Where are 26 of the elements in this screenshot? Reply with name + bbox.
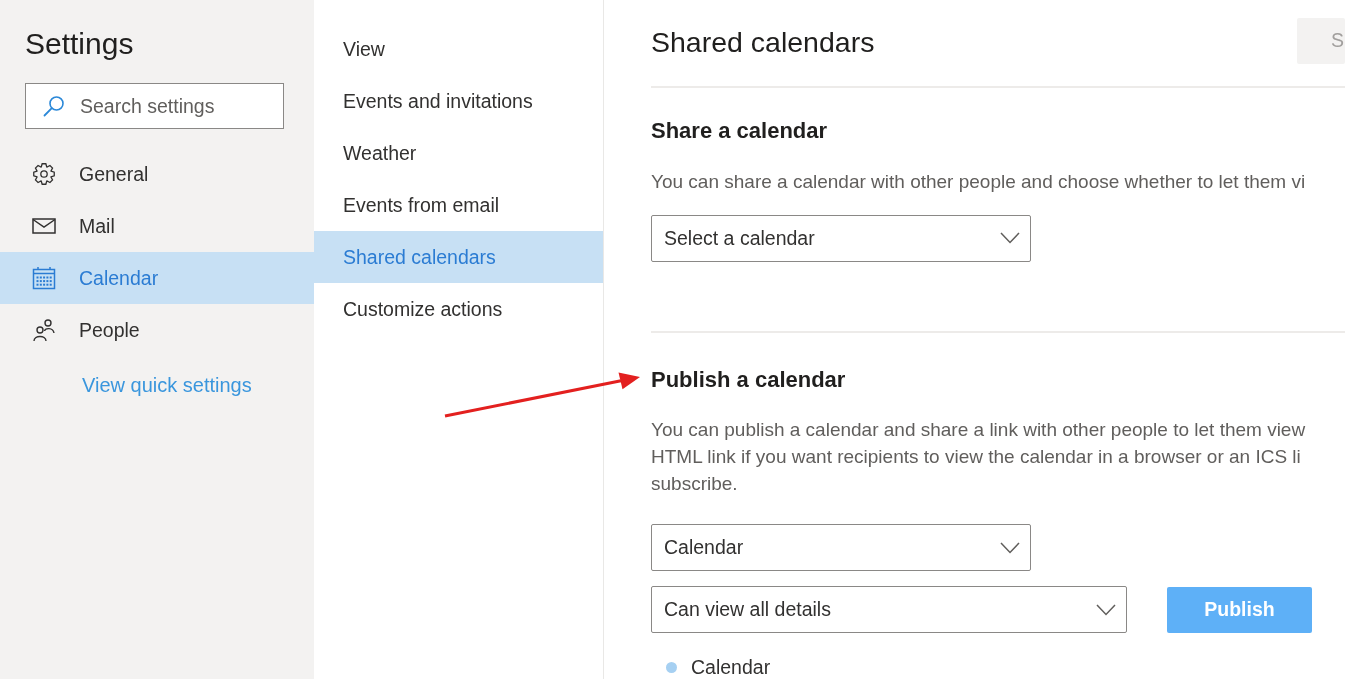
published-calendar-name: Calendar — [691, 655, 771, 679]
section-heading: Publish a calendar — [651, 366, 846, 394]
calendar-menu-item[interactable]: Weather — [314, 127, 603, 179]
section-description: You can publish a calendar and share a link with other people to let them view HTML link if you want recipients to view the calendar in a browser or an ICS li subscribe. — [651, 418, 1306, 496]
settings-nav-item[interactable]: General — [0, 148, 314, 200]
chevron-down-icon — [1096, 603, 1116, 616]
calendar-menu-item[interactable]: Customize actions — [314, 283, 603, 335]
calendar-menu-item[interactable]: Events from email — [314, 179, 603, 231]
chevron-down-icon — [1000, 541, 1020, 554]
permission-dropdown[interactable]: Can view all details — [651, 586, 1127, 633]
section-heading: Share a calendar — [651, 116, 828, 145]
settings-nav-item[interactable]: Mail — [0, 200, 314, 252]
settings-nav-item[interactable]: People — [0, 304, 314, 356]
gear-icon — [32, 162, 56, 186]
calendar-icon — [32, 266, 56, 290]
page-title: Shared calendars — [651, 26, 875, 60]
search-icon — [43, 95, 65, 117]
calendar-menu-item[interactable]: View — [314, 23, 603, 75]
search-field[interactable]: Search settings — [25, 83, 284, 129]
section-description: You can share a calendar with other people and choose whether to let them vi — [651, 169, 1306, 194]
settings-title: Settings — [25, 26, 134, 62]
calendar-menu-item[interactable]: Events and invitations — [314, 75, 603, 127]
people-icon — [32, 318, 56, 342]
calendar-dropdown[interactable]: Select a calendar — [651, 214, 1031, 262]
chevron-down-icon — [1000, 232, 1020, 245]
calendar-dropdown[interactable]: Calendar — [651, 524, 1031, 571]
